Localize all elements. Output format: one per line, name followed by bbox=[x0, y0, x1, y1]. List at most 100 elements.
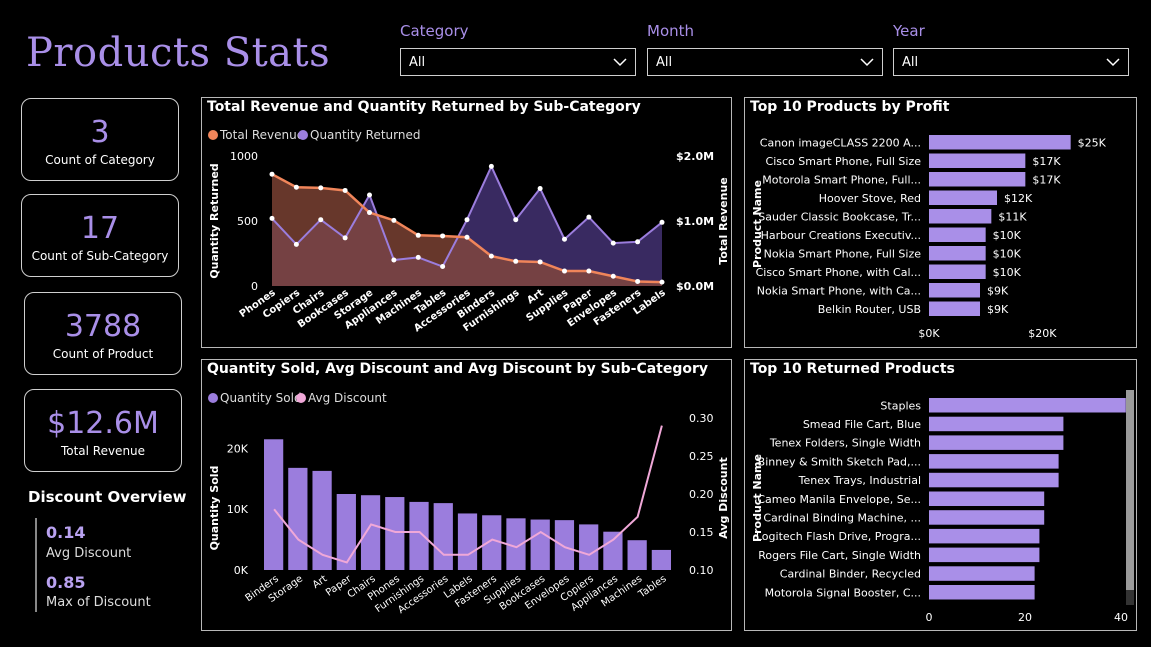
revenue-returned-chart: Total Revenue and Quantity Returned by S… bbox=[201, 97, 732, 348]
y-tick-label: Logitech Flash Drive, Progra... bbox=[756, 530, 921, 543]
bar bbox=[929, 491, 1045, 506]
data-point-returned bbox=[293, 241, 299, 247]
avg-discount-label: Avg Discount bbox=[46, 546, 132, 561]
y2-tick-label: 0.10 bbox=[689, 564, 714, 577]
data-point-revenue bbox=[269, 171, 275, 177]
bar bbox=[264, 439, 284, 570]
kpi-label: Count of Sub-Category bbox=[31, 249, 169, 263]
y-tick-label: Tenex Trays, Industrial bbox=[798, 474, 921, 487]
chevron-down-icon bbox=[860, 58, 874, 67]
bar bbox=[929, 246, 986, 261]
max-discount-value: 0.85 bbox=[46, 573, 86, 592]
y2-tick-label: $1.0M bbox=[676, 215, 714, 228]
bar bbox=[929, 135, 1071, 150]
data-point-revenue bbox=[293, 184, 299, 190]
top-profit-plot: Product Name Canon imageCLASS 2200 A... $2… bbox=[751, 135, 1107, 340]
y2-tick-label: 0.30 bbox=[689, 412, 714, 425]
data-point-returned bbox=[391, 257, 397, 263]
bar bbox=[554, 520, 575, 570]
legend-label: Quantity Returned bbox=[310, 128, 421, 142]
discount-overview-heading: Discount Overview bbox=[28, 488, 187, 506]
data-label: $11K bbox=[998, 210, 1027, 223]
bar bbox=[482, 515, 502, 570]
data-label: $12K bbox=[1004, 192, 1033, 205]
x-tick-label: 40 bbox=[1114, 611, 1128, 624]
y-tick-label: Hoover Stove, Red bbox=[819, 192, 921, 205]
bar bbox=[929, 190, 997, 205]
kpi-label: Count of Category bbox=[45, 153, 155, 167]
bar bbox=[929, 510, 1045, 525]
x-tick-label: $20K bbox=[1028, 327, 1057, 340]
bar bbox=[409, 501, 429, 570]
data-point-returned bbox=[610, 240, 616, 246]
bar bbox=[530, 519, 550, 570]
y2-tick-label: $2.0M bbox=[676, 150, 714, 163]
month-dropdown-value: All bbox=[656, 54, 673, 70]
year-slicer-label: Year bbox=[893, 22, 925, 40]
qty-discount-chart: Quantity Sold, Avg Discount and Avg Disc… bbox=[201, 359, 732, 631]
bar bbox=[929, 435, 1064, 450]
bar bbox=[929, 585, 1035, 600]
y-tick-label: Motorola Signal Booster, C... bbox=[765, 586, 921, 599]
bar bbox=[929, 172, 1026, 187]
y-tick-label: 1000 bbox=[230, 150, 258, 163]
kpi-value: 3 bbox=[90, 115, 110, 150]
data-point-returned bbox=[562, 236, 567, 242]
bar bbox=[929, 398, 1126, 413]
y-tick-label: Cisco Smart Phone, with Cal... bbox=[756, 266, 921, 279]
month-slicer-label: Month bbox=[647, 22, 695, 40]
kpi-card-revenue: $12.6M Total Revenue bbox=[24, 389, 182, 472]
data-point-returned bbox=[318, 217, 324, 223]
page-title: Products Stats bbox=[26, 30, 331, 76]
y-tick-label: Cardinal Binder, Recycled bbox=[780, 568, 921, 581]
chevron-down-icon bbox=[613, 58, 627, 67]
year-dropdown[interactable]: All bbox=[893, 48, 1129, 76]
x-tick-label: 20 bbox=[1018, 611, 1032, 624]
y2-axis-title: Total Revenue bbox=[717, 177, 730, 265]
legend-label: Total Revenue bbox=[219, 128, 304, 142]
bar bbox=[385, 497, 405, 570]
scrollbar-thumb[interactable] bbox=[1126, 390, 1134, 590]
category-dropdown[interactable]: All bbox=[400, 48, 636, 76]
data-point-revenue bbox=[464, 234, 470, 240]
scrollbar[interactable] bbox=[1126, 390, 1134, 605]
bar bbox=[929, 153, 1026, 168]
y-tick-label: 10K bbox=[227, 503, 249, 516]
year-dropdown-value: All bbox=[902, 54, 919, 70]
bar bbox=[929, 472, 1059, 488]
legend-marker bbox=[298, 130, 308, 140]
kpi-card-product: 3788 Count of Product bbox=[24, 292, 182, 375]
x-tick-label: $0K bbox=[918, 327, 940, 340]
y2-tick-label: 0.20 bbox=[689, 488, 714, 501]
data-point-returned bbox=[635, 239, 641, 245]
data-point-revenue bbox=[635, 278, 641, 284]
data-label: $17K bbox=[1032, 173, 1061, 186]
category-slicer: Category All bbox=[400, 22, 636, 76]
month-dropdown[interactable]: All bbox=[647, 48, 883, 76]
y-axis-title: Quantity Returned bbox=[208, 163, 221, 278]
bar bbox=[929, 416, 1064, 432]
y-tick-label: Smead File Cart, Blue bbox=[803, 418, 921, 431]
bar bbox=[336, 494, 356, 570]
qty-discount-plot: Quantity Sold Avg Discount Quantity Sold Av… bbox=[208, 391, 730, 616]
y2-axis-title: Avg Discount bbox=[717, 457, 730, 538]
y-axis-title: Product Name bbox=[751, 180, 764, 268]
data-label: $9K bbox=[987, 303, 1009, 316]
bar bbox=[457, 513, 478, 570]
y-tick-label: Cameo Manila Envelope, Se... bbox=[757, 493, 921, 506]
kpi-label: Total Revenue bbox=[60, 444, 146, 458]
y-tick-label: Nokia Smart Phone, Full Size bbox=[764, 247, 922, 260]
top-returned-plot: Product NameStaplesSmead File Cart, Blue… bbox=[751, 398, 1128, 624]
legend-label: Quantity Sold bbox=[220, 391, 302, 405]
y-tick-label: Belkin Router, USB bbox=[818, 303, 921, 316]
top-profit-chart: Top 10 Products by Profit Product Name Ca… bbox=[744, 97, 1137, 348]
data-point-revenue bbox=[610, 273, 616, 279]
y-tick-label: Binney & Smith Sketch Pad,... bbox=[758, 455, 921, 468]
y-tick-label: Sauder Classic Bookcase, Tr... bbox=[758, 210, 921, 223]
kpi-card-category: 3 Count of Category bbox=[21, 98, 179, 181]
data-point-revenue bbox=[342, 187, 348, 193]
data-point-revenue bbox=[586, 268, 592, 274]
y-tick-label: 500 bbox=[237, 215, 258, 228]
category-slicer-label: Category bbox=[400, 22, 469, 40]
bar bbox=[929, 209, 992, 224]
